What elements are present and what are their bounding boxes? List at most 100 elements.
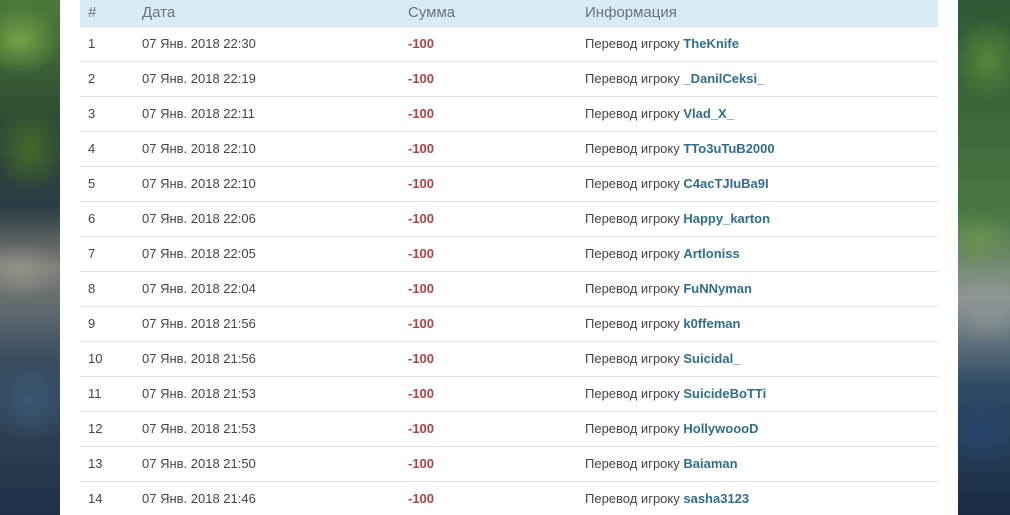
row-number: 14 — [88, 491, 103, 507]
row-info: Перевод игроку HollywoooD — [577, 411, 938, 446]
player-link[interactable]: HollywoooD — [683, 421, 758, 436]
player-link[interactable]: _DanilCeksi_ — [683, 71, 764, 86]
player-link[interactable]: Baiaman — [683, 456, 737, 471]
info-prefix: Перевод игроку — [585, 71, 680, 86]
row-number: 7 — [88, 246, 96, 261]
row-amount: -100 — [408, 456, 435, 471]
row-number: 9 — [88, 316, 96, 331]
info-prefix: Перевод игроку — [585, 141, 680, 156]
player-link[interactable]: Suicidal_ — [683, 351, 740, 366]
column-header-date[interactable]: Дата — [134, 0, 400, 26]
info-prefix: Перевод игроку — [585, 246, 680, 261]
row-number: 1 — [88, 36, 96, 51]
row-date: 07 Янв. 2018 22:19 — [142, 71, 256, 86]
row-amount: -100 — [408, 386, 435, 401]
player-link[interactable]: FuNNyman — [683, 281, 752, 296]
player-link[interactable]: sasha3123 — [683, 491, 749, 506]
column-header-info[interactable]: Информация — [577, 0, 938, 26]
row-info: Перевод игроку FuNNyman — [577, 271, 938, 306]
row-amount: -100 — [408, 71, 435, 86]
table-row: 10 07 Янв. 2018 21:56 -100 Перевод игроку S… — [80, 341, 938, 376]
info-prefix: Перевод игроку — [585, 36, 680, 51]
player-link[interactable]: SuicideBoTTi — [683, 386, 766, 401]
row-date: 07 Янв. 2018 21:53 — [142, 386, 256, 401]
row-amount: -100 — [408, 246, 435, 261]
row-date: 07 Янв. 2018 22:06 — [142, 211, 256, 226]
row-info: Перевод игроку k0ffeman — [577, 306, 938, 341]
row-info: Перевод игроку SuicideBoTTi — [577, 376, 938, 411]
table-row: 6 07 Янв. 2018 22:06 -100 Перевод игроку Ha… — [80, 201, 938, 236]
info-prefix: Перевод игроку — [585, 491, 680, 507]
row-date: 07 Янв. 2018 21:53 — [142, 421, 256, 436]
row-date: 07 Янв. 2018 21:56 — [142, 351, 256, 366]
row-amount: -100 — [408, 281, 435, 296]
table-row: 5 07 Янв. 2018 22:10 -100 Перевод игроку C4… — [80, 166, 938, 201]
info-prefix: Перевод игроку — [585, 176, 680, 191]
row-date: 07 Янв. 2018 22:30 — [142, 36, 256, 51]
info-prefix: Перевод игроку — [585, 386, 680, 401]
table-row: 14 07 Янв. 2018 21:46 -100 Перевод игроку s… — [80, 481, 938, 515]
background-right — [958, 0, 1010, 515]
table-row: 3 07 Янв. 2018 22:11 -100 Перевод игроку Vl… — [80, 96, 938, 131]
row-info: Перевод игроку Artloniss — [577, 236, 938, 271]
info-prefix: Перевод игроку — [585, 456, 680, 471]
table-body: 1 07 Янв. 2018 22:30 -100 Перевод игроку Th… — [80, 26, 938, 515]
column-header-number[interactable]: # — [80, 0, 134, 26]
info-prefix: Перевод игроку — [585, 316, 680, 331]
row-number: 8 — [88, 281, 96, 296]
player-link[interactable]: C4acTJIuBa9I — [683, 176, 768, 191]
player-link[interactable]: k0ffeman — [683, 316, 740, 331]
row-amount: -100 — [408, 36, 435, 51]
row-amount: -100 — [408, 491, 435, 507]
row-date: 07 Янв. 2018 21:46 — [142, 491, 256, 507]
row-date: 07 Янв. 2018 22:11 — [142, 106, 255, 121]
table-row: 11 07 Янв. 2018 21:53 -100 Перевод игроку S… — [80, 376, 938, 411]
table-row: 9 07 Янв. 2018 21:56 -100 Перевод игроку k0… — [80, 306, 938, 341]
row-amount: -100 — [408, 316, 435, 331]
row-info: Перевод игроку C4acTJIuBa9I — [577, 166, 938, 201]
row-info: Перевод игроку TheKnife — [577, 26, 938, 61]
row-number: 12 — [88, 421, 103, 436]
row-number: 11 — [88, 386, 102, 401]
row-date: 07 Янв. 2018 22:05 — [142, 246, 256, 261]
row-amount: -100 — [408, 211, 435, 226]
row-number: 3 — [88, 106, 96, 121]
transactions-table: # Дата Сумма Информация 1 07 Янв. 2018 22… — [80, 0, 938, 515]
table-row: 4 07 Янв. 2018 22:10 -100 Перевод игроку TT… — [80, 131, 938, 166]
row-date: 07 Янв. 2018 22:10 — [142, 141, 256, 156]
player-link[interactable]: TheKnife — [683, 36, 739, 51]
row-date: 07 Янв. 2018 22:04 — [142, 281, 256, 296]
row-info: Перевод игроку sasha3123 — [577, 481, 938, 515]
row-amount: -100 — [408, 421, 435, 436]
table-header-row: # Дата Сумма Информация — [80, 0, 938, 26]
info-prefix: Перевод игроку — [585, 211, 680, 226]
player-link[interactable]: Vlad_X_ — [683, 106, 734, 121]
info-prefix: Перевод игроку — [585, 281, 680, 296]
row-info: Перевод игроку Baiaman — [577, 446, 938, 481]
row-number: 10 — [88, 351, 103, 366]
info-prefix: Перевод игроку — [585, 421, 680, 436]
column-header-amount[interactable]: Сумма — [400, 0, 577, 26]
player-link[interactable]: TTo3uTuB2000 — [683, 141, 774, 156]
row-info: Перевод игроку Suicidal_ — [577, 341, 938, 376]
row-info: Перевод игроку Vlad_X_ — [577, 96, 938, 131]
row-number: 6 — [88, 211, 96, 226]
background-left — [0, 0, 62, 515]
player-link[interactable]: Happy_karton — [683, 211, 770, 226]
row-info: Перевод игроку TTo3uTuB2000 — [577, 131, 938, 166]
row-number: 13 — [88, 456, 103, 471]
row-number: 2 — [88, 71, 96, 86]
table-row: 8 07 Янв. 2018 22:04 -100 Перевод игроку Fu… — [80, 271, 938, 306]
player-link[interactable]: Artloniss — [683, 246, 739, 261]
transactions-panel: # Дата Сумма Информация 1 07 Янв. 2018 22… — [60, 0, 958, 515]
table-row: 12 07 Янв. 2018 21:53 -100 Перевод игроку H… — [80, 411, 938, 446]
row-amount: -100 — [408, 351, 435, 366]
row-number: 4 — [88, 141, 96, 156]
row-info: Перевод игроку Happy_karton — [577, 201, 938, 236]
row-date: 07 Янв. 2018 22:10 — [142, 176, 256, 191]
table-row: 1 07 Янв. 2018 22:30 -100 Перевод игроку Th… — [80, 26, 938, 61]
info-prefix: Перевод игроку — [585, 106, 680, 121]
row-amount: -100 — [408, 176, 435, 191]
row-date: 07 Янв. 2018 21:56 — [142, 316, 256, 331]
table-row: 2 07 Янв. 2018 22:19 -100 Перевод игроку _D… — [80, 61, 938, 96]
